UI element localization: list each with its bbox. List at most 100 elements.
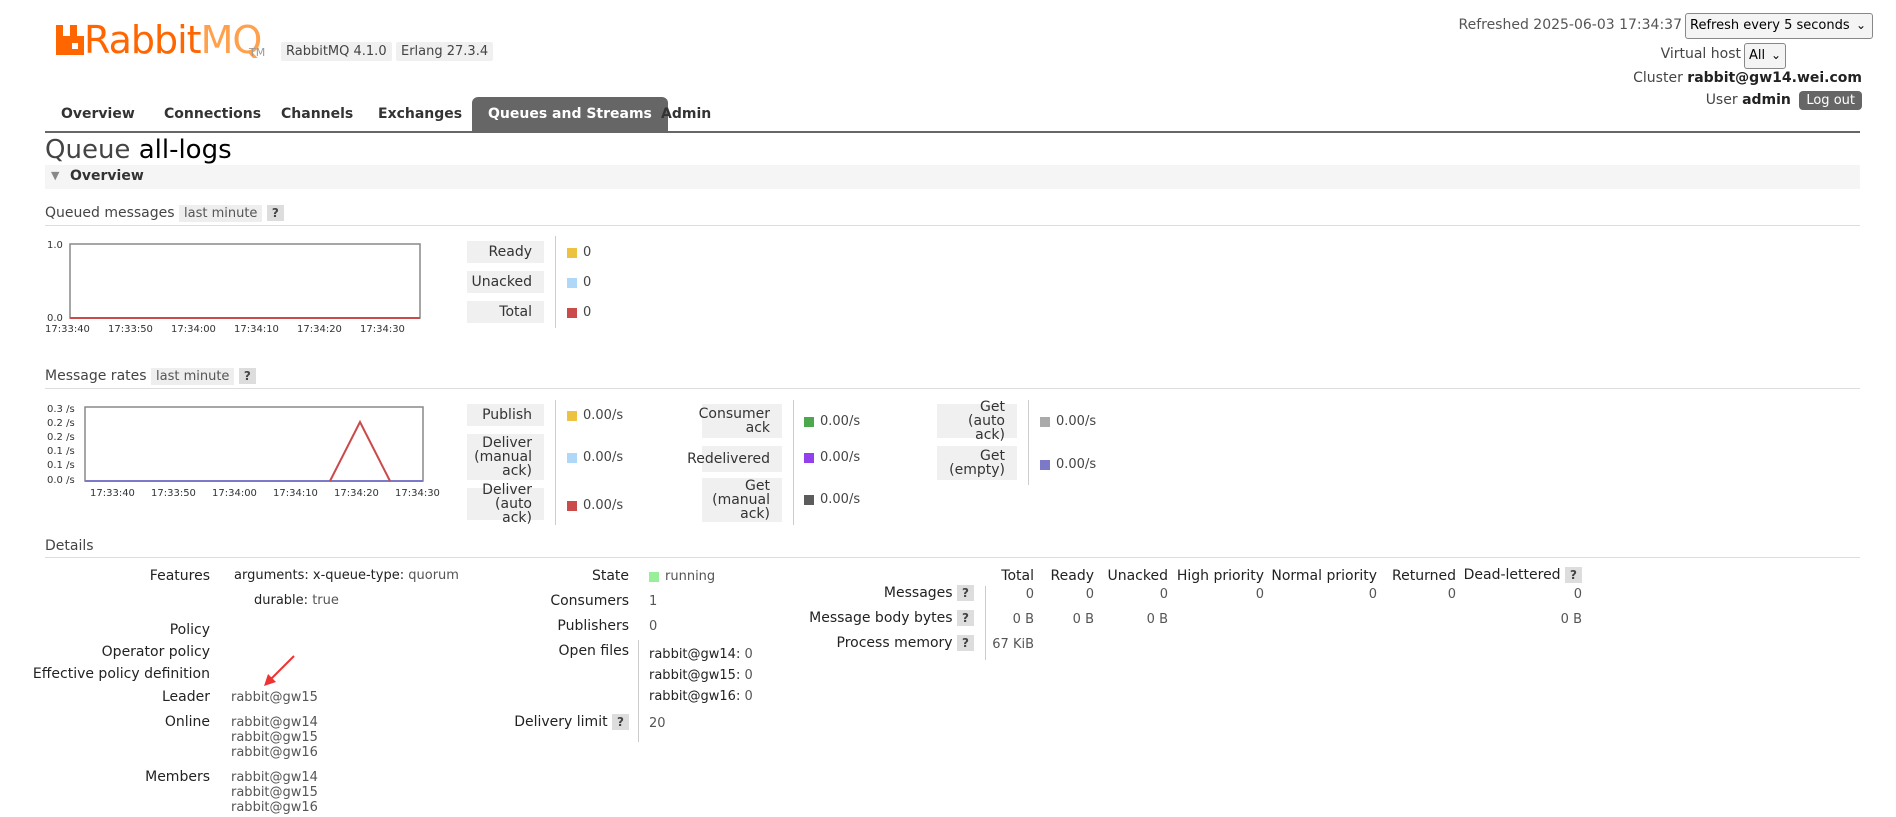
chart-x-tick: 17:34:00 (171, 324, 216, 335)
svg-text:0.2 /s: 0.2 /s (47, 418, 75, 429)
rate-consumer-ack-label: Consumer ack (699, 404, 782, 438)
tab-channels[interactable]: Channels (281, 106, 353, 122)
vhost-select-value: All (1749, 48, 1766, 63)
message-rates-chart: 0.3 /s 0.2 /s 0.2 /s 0.1 /s 0.1 /s 0.0 /… (47, 404, 440, 499)
open-files-list: rabbit@gw14: 0 rabbit@gw15: 0 rabbit@gw1… (649, 644, 753, 707)
rates-help-button[interactable]: ? (238, 368, 256, 384)
body-bytes-help-button[interactable]: ? (957, 610, 974, 626)
chart-plot-area (69, 243, 421, 319)
rate-publish-value: 0.00/s (567, 408, 623, 423)
member-node: rabbit@gw16 (231, 800, 318, 815)
svg-text:0.1 /s: 0.1 /s (47, 446, 75, 457)
rate-get-auto-label: Get (auto ack) (937, 400, 1017, 442)
page-title: Queue all-logs (45, 135, 232, 165)
nav-divider (45, 131, 1860, 133)
chevron-down-icon: ⌄ (1855, 18, 1866, 32)
policy-label: Policy (169, 622, 210, 638)
svg-text:0.0 /s: 0.0 /s (47, 475, 75, 486)
legend-unacked-value: 0 (567, 275, 591, 290)
cell-bytes-dead-lettered: 0 B (1560, 612, 1582, 627)
state-indicator (649, 571, 659, 582)
member-node: rabbit@gw15 (231, 785, 318, 800)
messages-help-button[interactable]: ? (957, 585, 974, 601)
refresh-select[interactable]: Refresh every 5 seconds ⌄ (1685, 13, 1873, 39)
cell-messages-returned: 0 (1447, 587, 1456, 602)
details-divider (45, 557, 1860, 558)
members-label: Members (145, 769, 210, 785)
cluster-info: Cluster rabbit@gw14.wei.com (1633, 70, 1862, 86)
cluster-label: Cluster (1633, 70, 1683, 86)
queued-help-button[interactable]: ? (266, 205, 284, 221)
svg-text:0.2 /s: 0.2 /s (47, 432, 75, 443)
svg-text:17:34:00: 17:34:00 (212, 488, 257, 499)
process-memory-help-button[interactable]: ? (957, 635, 974, 651)
legend-total-value: 0 (567, 305, 591, 320)
col-header-unacked: Unacked (1107, 568, 1168, 584)
cell-messages-total: 0 (1025, 587, 1034, 602)
row-body-bytes-label: Message body bytes ? (809, 610, 974, 626)
delivery-limit-help-button[interactable]: ? (612, 714, 629, 730)
cell-messages-unacked: 0 (1159, 587, 1168, 602)
effective-policy-label: Effective policy definition (32, 666, 210, 682)
vhost-label: Virtual host (1660, 46, 1741, 62)
queued-messages-chart: 1.0 0.0 17:33:40 17:33:50 17:34:00 17:34… (45, 240, 421, 335)
legend-ready-label: Ready (467, 241, 544, 263)
svg-text:17:33:50: 17:33:50 (151, 488, 196, 499)
leader-label: Leader (161, 689, 210, 705)
svg-text:0.3 /s: 0.3 /s (47, 404, 75, 415)
queued-range-button[interactable]: last minute (179, 205, 263, 222)
rates-range-button[interactable]: last minute (151, 368, 235, 385)
legend-total-label: Total (467, 301, 544, 323)
cell-process-memory: 67 KiB (992, 637, 1034, 652)
refreshed-text: Refreshed 2025-06-03 17:34:37 (1458, 17, 1682, 33)
tab-exchanges[interactable]: Exchanges (378, 106, 462, 122)
rate-get-auto-value: 0.00/s (1040, 414, 1096, 429)
message-rates-label: Message rates (45, 368, 147, 384)
cluster-value: rabbit@gw14.wei.com (1687, 70, 1862, 86)
cell-messages-normal: 0 (1368, 587, 1377, 602)
row-process-memory-label: Process memory ? (837, 635, 974, 651)
state-label: State (591, 568, 629, 584)
rate-deliver-auto-value: 0.00/s (567, 498, 623, 513)
col-header-total: Total (1001, 568, 1034, 584)
queued-messages-header: Queued messages last minute ? (45, 205, 284, 222)
delivery-limit-label: Delivery limit ? (514, 714, 629, 730)
page-title-name: all-logs (138, 135, 232, 165)
cell-bytes-ready: 0 B (1072, 612, 1094, 627)
section-overview-title: Overview (70, 168, 144, 184)
rabbit-logo-icon (56, 25, 84, 55)
svg-text:17:33:40: 17:33:40 (90, 488, 135, 499)
online-node: rabbit@gw16 (231, 745, 318, 760)
page-title-prefix: Queue (45, 135, 131, 165)
rates-divider (45, 388, 1860, 389)
rate-deliver-auto-label: Deliver (auto ack) (467, 483, 544, 525)
erlang-badge: Erlang 27.3.4 (396, 42, 494, 61)
online-node: rabbit@gw15 (231, 730, 318, 745)
tab-admin[interactable]: Admin (661, 106, 711, 122)
open-files-divider (638, 640, 639, 742)
queued-messages-label: Queued messages (45, 205, 175, 221)
tab-overview[interactable]: Overview (61, 106, 135, 122)
chevron-down-icon: ⌄ (1770, 48, 1781, 62)
cell-bytes-total: 0 B (1012, 612, 1034, 627)
open-files-row: rabbit@gw15: 0 (649, 668, 753, 683)
chart-x-tick: 17:34:30 (360, 324, 405, 335)
cell-messages-ready: 0 (1085, 587, 1094, 602)
open-files-label: Open files (558, 643, 629, 659)
cell-messages-high: 0 (1255, 587, 1264, 602)
col-header-returned: Returned (1392, 568, 1456, 584)
row-messages-label: Messages ? (884, 585, 974, 601)
cell-messages-dead-lettered: 0 (1573, 587, 1582, 602)
stats-row-divider (985, 586, 986, 660)
vhost-select[interactable]: All ⌄ (1744, 43, 1786, 69)
section-overview-header[interactable]: ▼ Overview (45, 165, 1860, 189)
online-node: rabbit@gw14 (231, 715, 318, 730)
queued-divider (45, 225, 1860, 226)
dead-lettered-help-button[interactable]: ? (1565, 567, 1582, 583)
svg-text:17:34:30: 17:34:30 (395, 488, 440, 499)
features-arguments: arguments: x-queue-type: quorum (234, 568, 459, 583)
tab-connections[interactable]: Connections (164, 106, 261, 122)
rate-get-empty-label: Get (empty) (937, 446, 1017, 480)
tab-queues-and-streams[interactable]: Queues and Streams (472, 97, 668, 131)
open-files-row: rabbit@gw16: 0 (649, 689, 753, 704)
